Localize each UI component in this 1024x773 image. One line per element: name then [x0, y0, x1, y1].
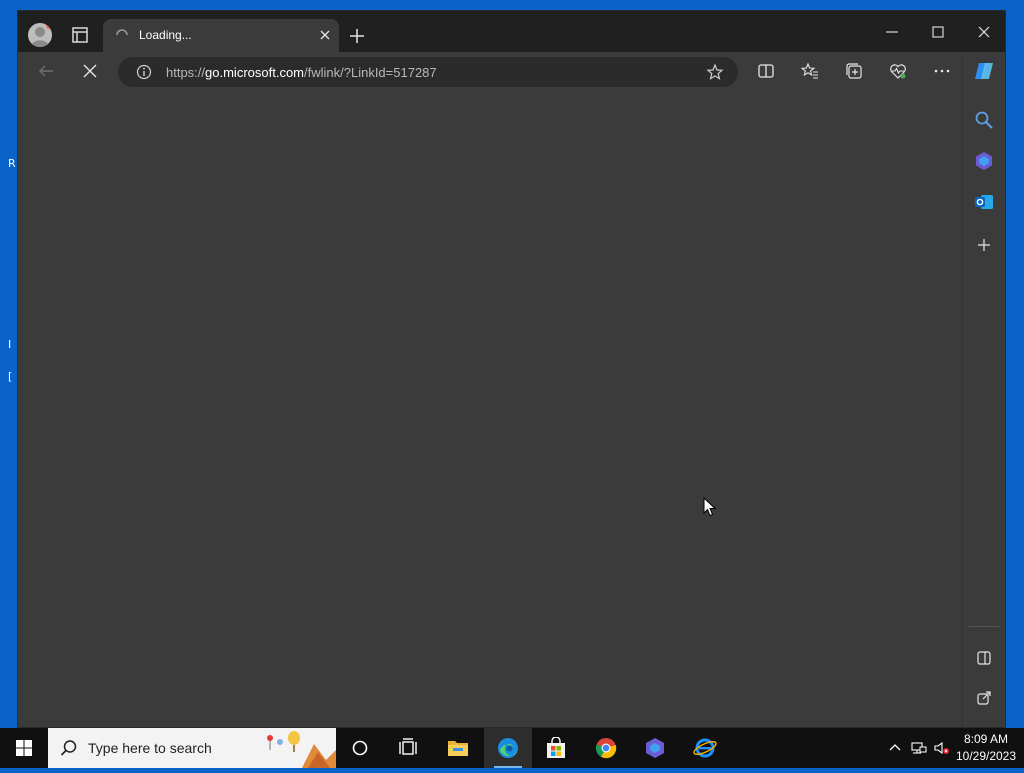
search-placeholder: Type here to search [88, 740, 212, 756]
sidebar-divider [969, 626, 999, 627]
favorite-star-icon[interactable] [706, 63, 724, 81]
store-bag-icon [547, 737, 565, 758]
taskbar-chrome[interactable] [582, 728, 630, 768]
search-icon[interactable] [974, 110, 994, 130]
collections-icon[interactable] [845, 62, 863, 80]
favorites-icon[interactable] [801, 62, 819, 80]
edge-browser-window: Loading... https://go.microsoft.com/fwli… [17, 10, 1006, 728]
tab-loading[interactable]: Loading... [103, 19, 339, 52]
add-icon[interactable] [974, 235, 994, 255]
taskbar-file-explorer[interactable] [434, 728, 482, 768]
clock-date: 10/29/2023 [955, 749, 1017, 763]
open-external-icon[interactable] [974, 688, 994, 708]
taskbar-internet-explorer[interactable] [680, 728, 728, 768]
close-window-icon[interactable] [977, 25, 991, 39]
address-bar[interactable]: https://go.microsoft.com/fwlink/?LinkId=… [118, 57, 738, 87]
tab-title: Loading... [139, 28, 192, 42]
chrome-icon [595, 738, 617, 759]
windows-logo-icon [16, 740, 32, 756]
more-options-icon[interactable] [933, 62, 951, 80]
url-path: /fwlink/?LinkId=517287 [304, 65, 437, 80]
stop-loading-icon[interactable] [81, 62, 99, 80]
mouse-cursor-icon [703, 497, 717, 517]
desktop-icon-label: [ [8, 370, 13, 383]
taskbar-search-box[interactable]: Type here to search [48, 728, 336, 768]
outlook-icon[interactable] [974, 192, 994, 212]
taskbar-microsoft-store[interactable] [532, 728, 580, 768]
taskbar-edge[interactable] [484, 728, 532, 768]
edge-sidebar [962, 52, 1005, 727]
page-content-area[interactable] [18, 90, 964, 727]
system-clock[interactable]: 8:09 AM 10/29/2023 [950, 731, 1022, 765]
cortana-circle-icon [352, 740, 368, 756]
cortana-button[interactable] [336, 728, 384, 768]
tab-actions-icon[interactable] [69, 24, 91, 46]
clock-time: 8:09 AM [963, 732, 1009, 746]
desktop-icon-label: R [8, 157, 16, 170]
volume-muted-icon[interactable] [933, 740, 949, 756]
search-icon [60, 740, 77, 756]
new-tab-icon[interactable] [349, 28, 365, 44]
task-view-icon [399, 738, 417, 755]
navigation-toolbar: https://go.microsoft.com/fwlink/?LinkId=… [18, 52, 1005, 90]
loading-spinner-icon [116, 29, 128, 36]
edge-browser-icon [498, 738, 518, 758]
split-screen-icon[interactable] [757, 62, 775, 80]
network-icon[interactable] [911, 740, 927, 756]
task-view-button[interactable] [384, 728, 432, 768]
url-text[interactable]: https://go.microsoft.com/fwlink/?LinkId=… [166, 65, 437, 80]
taskbar: Type here to search 8:09 AM 10/29/2023 [0, 728, 1024, 768]
copilot-hexagon-icon [646, 738, 664, 758]
notification-dot [46, 23, 52, 29]
url-prefix: https:// [166, 65, 206, 80]
desktop-icon-label: I [8, 338, 12, 351]
maximize-icon[interactable] [931, 25, 945, 39]
show-hidden-icons-chevron-icon[interactable] [887, 740, 903, 756]
copilot-app-icon[interactable] [974, 151, 994, 171]
site-info-icon[interactable] [136, 64, 152, 80]
title-bar: Loading... [18, 11, 1005, 52]
close-tab-icon[interactable] [319, 29, 331, 41]
folder-icon [448, 741, 468, 756]
internet-explorer-icon [693, 738, 717, 758]
search-highlight-illustration-icon [267, 731, 336, 768]
start-button[interactable] [0, 728, 48, 768]
profile-avatar-button[interactable] [28, 23, 52, 47]
taskbar-copilot[interactable] [631, 728, 679, 768]
back-arrow-icon[interactable] [37, 62, 55, 80]
url-host: go.microsoft.com [205, 65, 305, 80]
browser-essentials-icon[interactable] [889, 62, 907, 80]
hide-sidebar-icon[interactable] [974, 648, 994, 668]
minimize-icon[interactable] [885, 25, 899, 39]
copilot-icon[interactable] [973, 60, 995, 82]
